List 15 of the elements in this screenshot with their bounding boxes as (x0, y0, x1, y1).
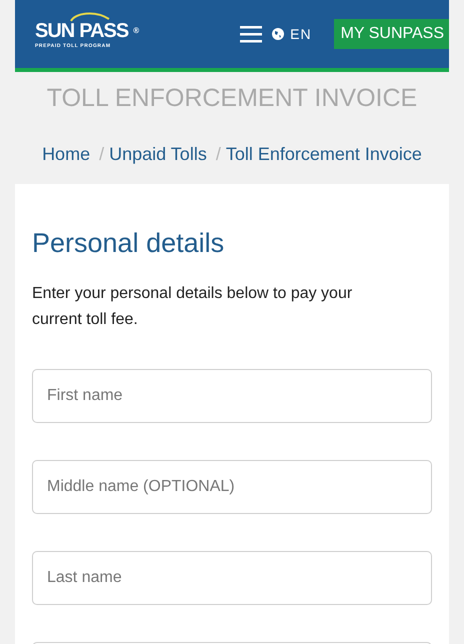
input-field[interactable]: Middle name (OPTIONAL) (32, 460, 432, 514)
input-field[interactable]: Last name (32, 551, 432, 605)
page-title: TOLL ENFORCEMENT INVOICE (46, 84, 418, 113)
globe-icon (272, 28, 284, 40)
section-heading: Personal details (32, 228, 226, 259)
breadcrumb-link[interactable]: Home (42, 144, 90, 164)
breadcrumb-link[interactable]: Unpaid Tolls (109, 144, 207, 164)
my-sunpass-button[interactable]: MY SUNPASS (334, 19, 449, 49)
breadcrumb-separator: / (99, 144, 104, 164)
input-field[interactable]: First name (32, 369, 432, 423)
language-selector[interactable]: EN (272, 26, 312, 42)
menu-icon[interactable] (240, 25, 262, 43)
intro-text: Enter your personal details below to pay your current toll fee. (32, 284, 354, 330)
breadcrumb-link[interactable]: Toll Enforcement Invoice (226, 144, 422, 164)
breadcrumb-separator: / (216, 144, 221, 164)
